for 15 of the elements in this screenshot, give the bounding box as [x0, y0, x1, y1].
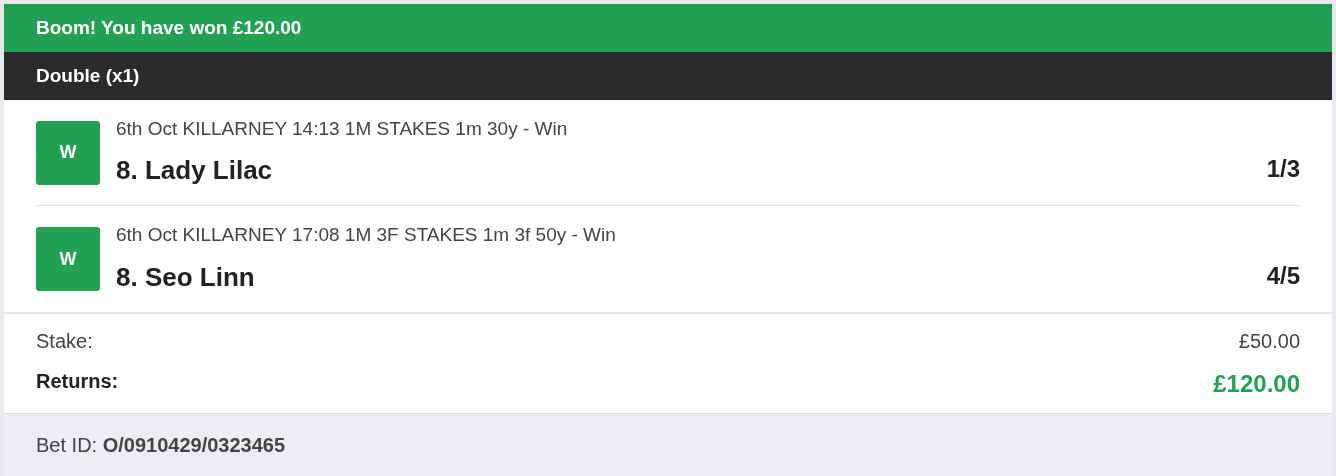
win-banner: Boom! You have won £120.00: [4, 4, 1332, 52]
selection-name: 8. Lady Lilac: [116, 154, 273, 188]
stake-label: Stake:: [36, 328, 93, 354]
returns-value: £120.00: [1213, 368, 1300, 399]
returns-label: Returns:: [36, 368, 119, 394]
odds-text: 1/3: [1266, 154, 1300, 185]
selection-name: 8. Seo Linn: [116, 260, 255, 294]
result-badge: W: [36, 120, 100, 185]
result-badge: W: [36, 227, 100, 291]
odds-text: 4/5: [1266, 260, 1300, 291]
event-text: 6th Oct KILLARNEY 17:08 1M 3F STAKES 1m 3f 50y - Win: [116, 223, 617, 248]
stake-value: £50.00: [1238, 328, 1300, 354]
bet-type-bar: Double (x1): [4, 52, 1332, 100]
bet-id-text: Bet ID: O/0910429/0323465: [36, 433, 286, 458]
event-text: 6th Oct KILLARNEY 14:13 1M STAKES 1m 30y - Win: [116, 116, 569, 141]
